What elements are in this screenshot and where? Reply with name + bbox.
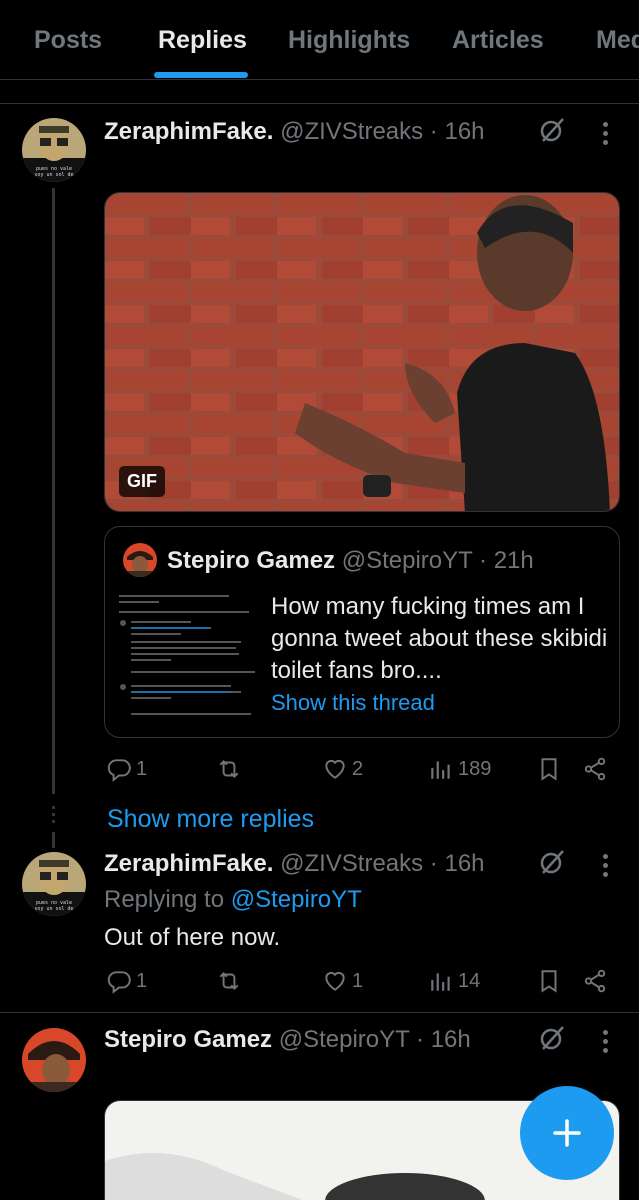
bookmark-button[interactable] bbox=[536, 968, 562, 994]
views-button[interactable]: 189 bbox=[428, 756, 491, 782]
grok-icon[interactable] bbox=[538, 116, 566, 144]
avatar[interactable] bbox=[22, 1028, 86, 1092]
share-icon bbox=[584, 757, 606, 781]
like-button[interactable]: 2 bbox=[322, 756, 363, 782]
views-button[interactable]: 14 bbox=[428, 968, 480, 994]
bookmark-button[interactable] bbox=[536, 756, 562, 782]
repost-button[interactable] bbox=[216, 968, 246, 994]
avatar bbox=[123, 543, 157, 577]
display-name[interactable]: ZeraphimFake. bbox=[104, 850, 273, 877]
repost-button[interactable] bbox=[216, 756, 246, 782]
divider bbox=[0, 1012, 639, 1013]
thread-line bbox=[52, 188, 55, 794]
views-icon bbox=[431, 761, 450, 779]
more-icon[interactable] bbox=[603, 1030, 609, 1054]
avatar[interactable]: pues no vale soy un sol de bbox=[22, 852, 86, 916]
quote-text: How many fucking times am I gonna tweet … bbox=[271, 591, 611, 719]
display-name: Stepiro Gamez bbox=[167, 547, 336, 574]
bookmark-icon bbox=[541, 970, 557, 993]
share-button[interactable] bbox=[582, 968, 608, 994]
tweet-actions: 1 2 189 bbox=[104, 756, 620, 786]
tab-posts[interactable]: Posts bbox=[34, 26, 102, 55]
active-tab-indicator bbox=[154, 72, 248, 78]
quoted-tweet[interactable]: Stepiro Gamez @StepiroYT · 21h How many … bbox=[104, 526, 620, 738]
timestamp[interactable]: 16h bbox=[444, 850, 484, 877]
reply-button[interactable]: 1 bbox=[106, 756, 147, 782]
compose-icon bbox=[553, 1119, 581, 1147]
gif-media[interactable]: GIF bbox=[104, 192, 620, 512]
tab-media[interactable]: Med bbox=[596, 26, 639, 55]
timestamp[interactable]: 16h bbox=[444, 118, 484, 145]
gif-badge: GIF bbox=[119, 466, 165, 497]
repost-icon bbox=[219, 760, 239, 778]
tweet-text: Out of here now. bbox=[104, 924, 281, 951]
display-name[interactable]: ZeraphimFake. bbox=[104, 118, 273, 145]
profile-tabs: Posts Replies Highlights Articles Med bbox=[0, 0, 639, 80]
reply-icon bbox=[107, 759, 131, 782]
compose-button[interactable] bbox=[520, 1086, 614, 1180]
reply-count: 1 bbox=[136, 969, 148, 992]
svg-text:soy un sol de: soy un sol de bbox=[34, 172, 73, 178]
tab-articles[interactable]: Articles bbox=[452, 26, 544, 55]
repost-icon bbox=[219, 972, 239, 990]
grok-icon[interactable] bbox=[538, 848, 566, 876]
reply-count: 1 bbox=[136, 757, 148, 780]
tweet-header: ZeraphimFake. @ZIVStreaks · 16h bbox=[104, 118, 485, 145]
quote-header: Stepiro Gamez @StepiroYT · 21h bbox=[167, 547, 534, 574]
more-icon[interactable] bbox=[603, 854, 609, 878]
like-count: 2 bbox=[352, 757, 364, 780]
views-count: 189 bbox=[458, 757, 492, 780]
handle[interactable]: @StepiroYT bbox=[279, 1026, 410, 1053]
tweet-header: Stepiro Gamez @StepiroYT · 16h bbox=[104, 1026, 471, 1053]
tab-highlights[interactable]: Highlights bbox=[288, 26, 410, 55]
replying-handle[interactable]: @StepiroYT bbox=[231, 886, 362, 913]
reply-icon bbox=[107, 971, 131, 994]
thread-line bbox=[52, 832, 55, 848]
thread-dots bbox=[52, 806, 55, 827]
tweet-header: ZeraphimFake. @ZIVStreaks · 16h bbox=[104, 850, 485, 877]
replying-to: Replying to @StepiroYT bbox=[104, 886, 362, 914]
handle: @StepiroYT bbox=[341, 547, 473, 574]
handle[interactable]: @ZIVStreaks bbox=[280, 850, 423, 877]
tab-replies[interactable]: Replies bbox=[158, 26, 247, 55]
views-count: 14 bbox=[458, 969, 481, 992]
bookmark-icon bbox=[541, 758, 557, 781]
show-thread-link[interactable]: Show this thread bbox=[271, 690, 435, 715]
like-button[interactable]: 1 bbox=[322, 968, 363, 994]
quote-body: How many fucking times am I gonna tweet … bbox=[271, 593, 608, 684]
quote-thumbnail[interactable] bbox=[119, 589, 259, 721]
more-icon[interactable] bbox=[603, 122, 609, 146]
share-button[interactable] bbox=[582, 756, 608, 782]
reply-button[interactable]: 1 bbox=[106, 968, 147, 994]
display-name[interactable]: Stepiro Gamez bbox=[104, 1026, 272, 1053]
like-icon bbox=[325, 759, 345, 779]
timestamp: 21h bbox=[493, 547, 534, 574]
timestamp[interactable]: 16h bbox=[431, 1026, 471, 1053]
replying-label: Replying to bbox=[104, 886, 225, 913]
like-icon bbox=[325, 971, 345, 991]
svg-text:soy un sol de: soy un sol de bbox=[34, 906, 73, 912]
like-count: 1 bbox=[352, 969, 364, 992]
views-icon bbox=[431, 973, 450, 991]
show-more-replies[interactable]: Show more replies bbox=[107, 805, 314, 834]
share-icon bbox=[584, 969, 606, 993]
handle[interactable]: @ZIVStreaks bbox=[280, 118, 423, 145]
grok-icon[interactable] bbox=[538, 1024, 566, 1052]
avatar[interactable]: pues no vale soy un sol de bbox=[22, 118, 86, 182]
divider bbox=[0, 103, 639, 104]
tweet-actions: 1 1 14 bbox=[104, 968, 620, 998]
